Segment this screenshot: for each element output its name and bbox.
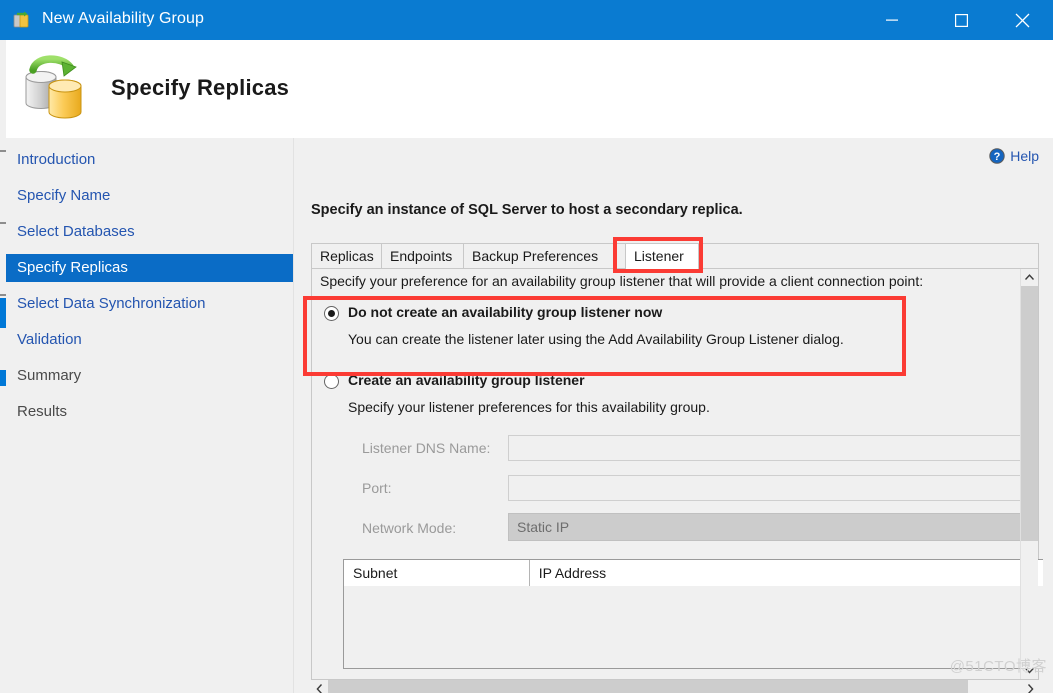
grid-column-ip-address[interactable]: IP Address	[530, 560, 1043, 586]
svg-text:?: ?	[994, 151, 1001, 163]
page-header: Specify Replicas	[6, 40, 1053, 138]
panel-vertical-scrollbar[interactable]	[1020, 269, 1038, 679]
minimize-button[interactable]	[869, 0, 915, 40]
help-label: Help	[1010, 148, 1039, 164]
instruction-text: Specify an instance of SQL Server to hos…	[311, 202, 743, 218]
network-mode-select[interactable]: Static IP	[508, 513, 1022, 541]
sidebar-item-results: Results	[17, 403, 68, 420]
new-availability-group-window: New Availability Group Specify Replicas …	[0, 0, 1053, 693]
subnet-ip-grid: Subnet IP Address	[343, 559, 1043, 669]
grid-column-subnet[interactable]: Subnet	[344, 560, 530, 586]
help-question-icon: ?	[989, 148, 1005, 164]
tab-replicas[interactable]: Replicas	[311, 243, 382, 268]
page-title: Specify Replicas	[111, 75, 290, 100]
content-pane: ? Help Specify an instance of SQL Server…	[294, 138, 1053, 693]
option-create-listener-description: Specify your listener preferences for th…	[348, 399, 710, 415]
tab-backup-preferences[interactable]: Backup Preferences	[463, 243, 626, 268]
radio-do-not-create[interactable]	[324, 306, 339, 321]
window-title: New Availability Group	[42, 10, 204, 27]
sidebar-item-specify-replicas[interactable]: Specify Replicas	[6, 254, 293, 282]
tab-strip-filler	[698, 243, 1039, 268]
vertical-scroll-thumb[interactable]	[1021, 286, 1038, 541]
close-button[interactable]	[999, 0, 1045, 40]
help-link[interactable]: ? Help	[989, 148, 1039, 164]
sidebar-item-select-databases[interactable]: Select Databases	[6, 218, 293, 246]
listener-dns-name-input[interactable]	[508, 435, 1022, 461]
database-replication-icon	[14, 48, 94, 128]
watermark: @51CTO博客	[949, 658, 1047, 675]
sidebar-item-summary: Summary	[17, 367, 82, 384]
option-create-listener-label: Create an availability group listener	[348, 372, 585, 388]
title-bar: New Availability Group	[0, 0, 1053, 40]
tab-endpoints[interactable]: Endpoints	[381, 243, 464, 268]
panel-horizontal-scrollbar[interactable]	[311, 680, 1039, 693]
option-do-not-create-description: You can create the listener later using …	[348, 331, 844, 347]
radio-create-listener[interactable]	[324, 374, 339, 389]
option-do-not-create-label: Do not create an availability group list…	[348, 304, 663, 320]
tab-listener[interactable]: Listener	[625, 243, 699, 269]
listener-tab-panel: Specify your preference for an availabil…	[311, 268, 1043, 680]
sidebar-item-introduction[interactable]: Introduction	[6, 146, 293, 174]
listener-dns-name-label: Listener DNS Name:	[362, 440, 491, 456]
port-label: Port:	[362, 480, 392, 496]
grid-header-row: Subnet IP Address	[344, 560, 1043, 587]
maximize-button[interactable]	[938, 0, 984, 40]
scroll-right-icon[interactable]	[1022, 680, 1039, 693]
port-input[interactable]	[508, 475, 1022, 501]
horizontal-scroll-thumb[interactable]	[328, 680, 968, 693]
grid-body-empty	[344, 586, 1043, 668]
tab-strip: Replicas Endpoints Backup Preferences Li…	[311, 243, 1039, 269]
option-do-not-create-row[interactable]: Do not create an availability group list…	[324, 304, 662, 321]
availability-group-icon	[12, 10, 32, 30]
network-mode-label: Network Mode:	[362, 520, 457, 536]
wizard-steps-sidebar: Introduction Specify Name Select Databas…	[6, 138, 294, 693]
sidebar-item-select-data-synchronization[interactable]: Select Data Synchronization	[6, 290, 293, 318]
sidebar-item-specify-name[interactable]: Specify Name	[6, 182, 293, 210]
option-create-listener-row[interactable]: Create an availability group listener	[324, 372, 585, 389]
scroll-left-icon[interactable]	[311, 680, 328, 693]
panel-note: Specify your preference for an availabil…	[320, 273, 924, 289]
scroll-up-icon[interactable]	[1021, 269, 1038, 286]
sidebar-item-validation[interactable]: Validation	[6, 326, 293, 354]
